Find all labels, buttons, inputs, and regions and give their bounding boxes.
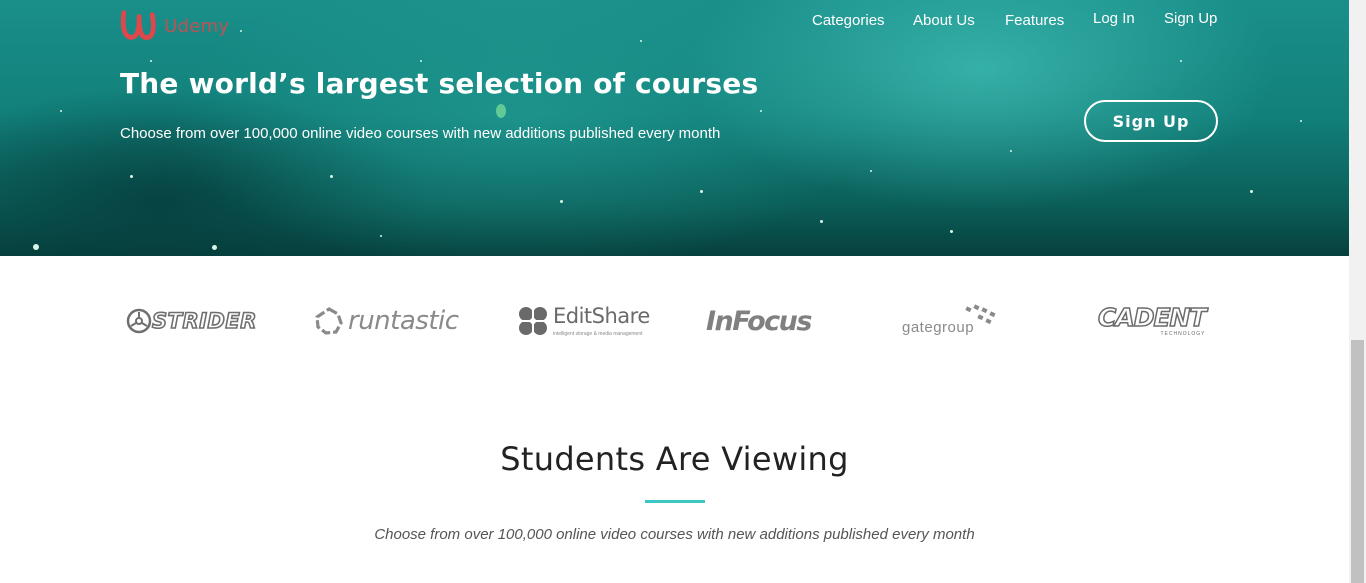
strider-wheel-icon bbox=[126, 308, 152, 334]
nav-about-us[interactable]: About Us bbox=[913, 12, 975, 29]
section-title-underline bbox=[645, 500, 705, 503]
nav-categories[interactable]: Categories bbox=[812, 12, 885, 29]
cadent-wordmark: CADENT bbox=[1097, 303, 1207, 332]
gategroup-logo: gategroup bbox=[902, 298, 1000, 344]
hero-banner: Udemy Categories About Us Features Log I… bbox=[0, 0, 1349, 256]
nav-log-in[interactable]: Log In bbox=[1093, 10, 1135, 27]
udemy-logo[interactable]: Udemy bbox=[120, 8, 229, 44]
gategroup-squares-icon bbox=[965, 304, 996, 325]
nav-features[interactable]: Features bbox=[1005, 12, 1064, 29]
hero-title: The world’s largest selection of courses bbox=[120, 67, 759, 100]
main-nav: Categories About Us Features Log In Sign… bbox=[790, 10, 1230, 34]
page-scrollbar[interactable] bbox=[1349, 0, 1366, 583]
section-subtitle: Choose from over 100,000 online video co… bbox=[374, 526, 975, 543]
udemy-logo-text: Udemy bbox=[164, 15, 230, 37]
infocus-logo: InFocus bbox=[706, 298, 812, 344]
runtastic-ring-icon bbox=[315, 307, 343, 335]
cadent-text-block: CADENT TECHNOLOGY bbox=[1097, 303, 1207, 337]
scrollbar-thumb[interactable] bbox=[1351, 340, 1364, 583]
editshare-logo: EditShare intelligent storage & media ma… bbox=[517, 298, 650, 344]
partner-logos: STRIDER runtastic EditShare intelligent … bbox=[120, 298, 1220, 344]
editshare-text-block: EditShare intelligent storage & media ma… bbox=[553, 303, 650, 337]
section-title: Students Are Viewing bbox=[500, 440, 849, 478]
cadent-logo: CADENT TECHNOLOGY bbox=[1097, 298, 1207, 344]
editshare-clover-icon bbox=[519, 307, 547, 335]
hero-sign-up-button[interactable]: Sign Up bbox=[1084, 100, 1218, 142]
strider-logo: STRIDER bbox=[126, 298, 257, 344]
runtastic-logo: runtastic bbox=[314, 298, 459, 344]
infocus-wordmark: InFocus bbox=[706, 305, 812, 337]
udemy-logo-icon bbox=[120, 10, 156, 40]
nav-sign-up[interactable]: Sign Up bbox=[1164, 10, 1217, 27]
editshare-wordmark: EditShare bbox=[553, 303, 650, 328]
editshare-tagline: intelligent storage & media management bbox=[553, 330, 643, 337]
hero-subtitle: Choose from over 100,000 online video co… bbox=[120, 125, 721, 142]
runtastic-wordmark: runtastic bbox=[348, 306, 459, 336]
strider-wordmark: STRIDER bbox=[151, 308, 257, 334]
